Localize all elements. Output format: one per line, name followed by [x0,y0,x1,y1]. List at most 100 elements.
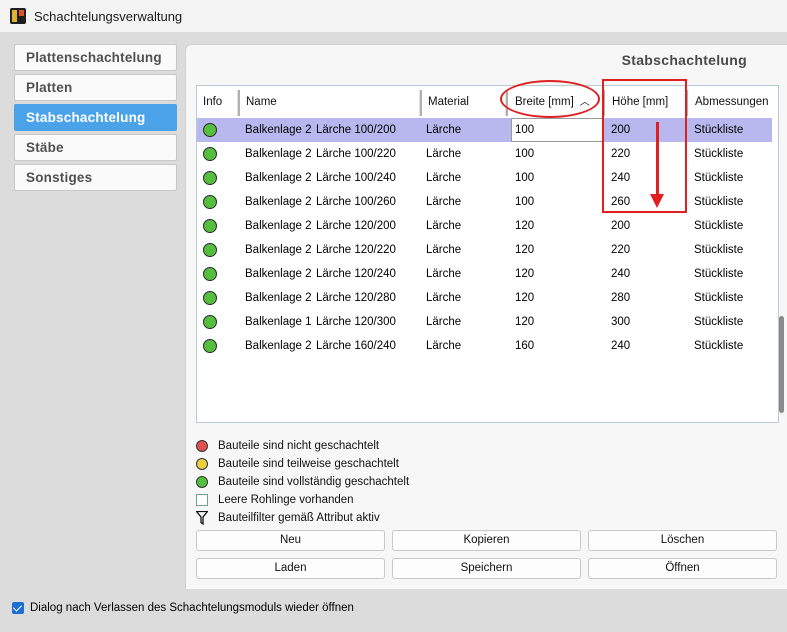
legend-item: Bauteile sind teilweise geschachtelt [196,455,409,473]
cell-name-group: Balkenlage 2 [245,244,312,256]
legend-item: Bauteile sind nicht geschachtelt [196,437,409,455]
annotation-ellipse [500,80,600,118]
cell-abmessungen: Stückliste [694,124,744,136]
sidebar-item-staebe[interactable]: Stäbe [14,134,177,161]
cell-abmessungen: Stückliste [694,220,744,232]
table-row[interactable]: Balkenlage 2 Lärche 120/200 Lärche 120 2… [197,214,772,238]
status-green-icon [203,171,217,185]
red-dot-icon [196,440,208,452]
cell-material: Lärche [426,340,462,352]
main-panel: Stabschachtelung Info Name Material Brei… [185,44,787,589]
cell-breite: 120 [515,220,535,232]
cell-name-part: Lärche 100/220 [316,148,396,160]
legend-label: Bauteile sind teilweise geschachtelt [218,458,399,470]
column-header-name[interactable]: Name [240,86,420,118]
cell-breite: 120 [515,292,535,304]
cell-name-part: Lärche 120/200 [316,220,396,232]
cell-material: Lärche [426,220,462,232]
oeffnen-button[interactable]: Öffnen [588,558,777,579]
legend-label: Bauteilfilter gemäß Attribut aktiv [218,512,380,524]
panel-title: Stabschachtelung [621,52,747,68]
cell-breite: 120 [515,268,535,280]
cell-abmessungen: Stückliste [694,172,744,184]
column-header-material[interactable]: Material [422,86,510,118]
legend-label: Leere Rohlinge vorhanden [218,494,354,506]
annotation-arrowhead [650,194,664,208]
cell-hoehe: 280 [611,292,631,304]
status-green-icon [203,147,217,161]
status-green-icon [203,339,217,353]
cell-material: Lärche [426,244,462,256]
column-header-info[interactable]: Info [197,86,237,118]
sidebar-item-platten[interactable]: Platten [14,74,177,101]
cell-material: Lärche [426,196,462,208]
cell-abmessungen: Stückliste [694,268,744,280]
cell-abmessungen: Stückliste [694,316,744,328]
cell-name-group: Balkenlage 2 [245,124,312,136]
cell-breite: 120 [515,316,535,328]
cell-name-part: Lärche 100/260 [316,196,396,208]
scrollbar-thumb[interactable] [779,316,784,413]
filter-icon [196,511,208,525]
legend-label: Bauteile sind nicht geschachtelt [218,440,380,452]
status-green-icon [203,315,217,329]
table-row[interactable]: Balkenlage 2 Lärche 120/220 Lärche 120 2… [197,238,772,262]
status-green-icon [203,123,217,137]
table-row[interactable]: Balkenlage 2 Lärche 120/280 Lärche 120 2… [197,286,772,310]
laden-button[interactable]: Laden [196,558,385,579]
loeschen-button[interactable]: Löschen [588,530,777,551]
status-green-icon [203,267,217,281]
sidebar-item-sonstiges[interactable]: Sonstiges [14,164,177,191]
cell-name-group: Balkenlage 2 [245,220,312,232]
app-icon [10,8,26,24]
cell-abmessungen: Stückliste [694,244,744,256]
cell-material: Lärche [426,172,462,184]
cell-breite: 100 [515,124,535,136]
kopieren-button[interactable]: Kopieren [392,530,581,551]
annotation-rectangle [602,79,687,213]
legend-item: Bauteilfilter gemäß Attribut aktiv [196,509,409,527]
cell-name-group: Balkenlage 2 [245,292,312,304]
cell-name-group: Balkenlage 2 [245,172,312,184]
legend-item: Bauteile sind vollständig geschachtelt [196,473,409,491]
cell-name-group: Balkenlage 2 [245,340,312,352]
legend-label: Bauteile sind vollständig geschachtelt [218,476,410,488]
speichern-button[interactable]: Speichern [392,558,581,579]
cell-name-part: Lärche 120/300 [316,316,396,328]
yellow-dot-icon [196,458,208,470]
sidebar-item-stabschachtelung[interactable]: Stabschachtelung [14,104,177,131]
reopen-checkbox[interactable] [12,602,24,614]
cell-name-part: Lärche 120/240 [316,268,396,280]
cell-breite: 160 [515,340,535,352]
cell-breite: 120 [515,244,535,256]
table-row[interactable]: Balkenlage 1 Lärche 120/300 Lärche 120 3… [197,310,772,334]
cell-name-group: Balkenlage 2 [245,148,312,160]
reopen-label: Dialog nach Verlassen des Schachtelungsm… [30,602,354,614]
cell-abmessungen: Stückliste [694,292,744,304]
green-dot-icon [196,476,208,488]
window-title: Schachtelungsverwaltung [34,8,183,24]
annotation-arrow [656,122,659,197]
cell-material: Lärche [426,124,462,136]
cell-name-group: Balkenlage 2 [245,268,312,280]
title-bar: Schachtelungsverwaltung [0,0,787,32]
table-row[interactable]: Balkenlage 2 Lärche 160/240 Lärche 160 2… [197,334,772,358]
reopen-option[interactable]: Dialog nach Verlassen des Schachtelungsm… [12,602,354,614]
table-scrollbar[interactable] [779,116,785,452]
cell-name-part: Lärche 100/200 [316,124,396,136]
status-legend: Bauteile sind nicht geschachtelt Bauteil… [196,437,409,527]
cell-abmessungen: Stückliste [694,340,744,352]
status-green-icon [203,195,217,209]
cell-hoehe: 240 [611,268,631,280]
column-header-abmessungen[interactable]: Abmessungen [689,86,773,118]
cell-material: Lärche [426,316,462,328]
empty-square-icon [196,494,208,506]
cell-abmessungen: Stückliste [694,148,744,160]
cell-name-group: Balkenlage 1 [245,316,312,328]
sidebar-item-plattenschachtelung[interactable]: Plattenschachtelung [14,44,177,71]
neu-button[interactable]: Neu [196,530,385,551]
cell-name-part: Lärche 120/220 [316,244,396,256]
table-row[interactable]: Balkenlage 2 Lärche 120/240 Lärche 120 2… [197,262,772,286]
status-green-icon [203,219,217,233]
cell-hoehe: 200 [611,220,631,232]
